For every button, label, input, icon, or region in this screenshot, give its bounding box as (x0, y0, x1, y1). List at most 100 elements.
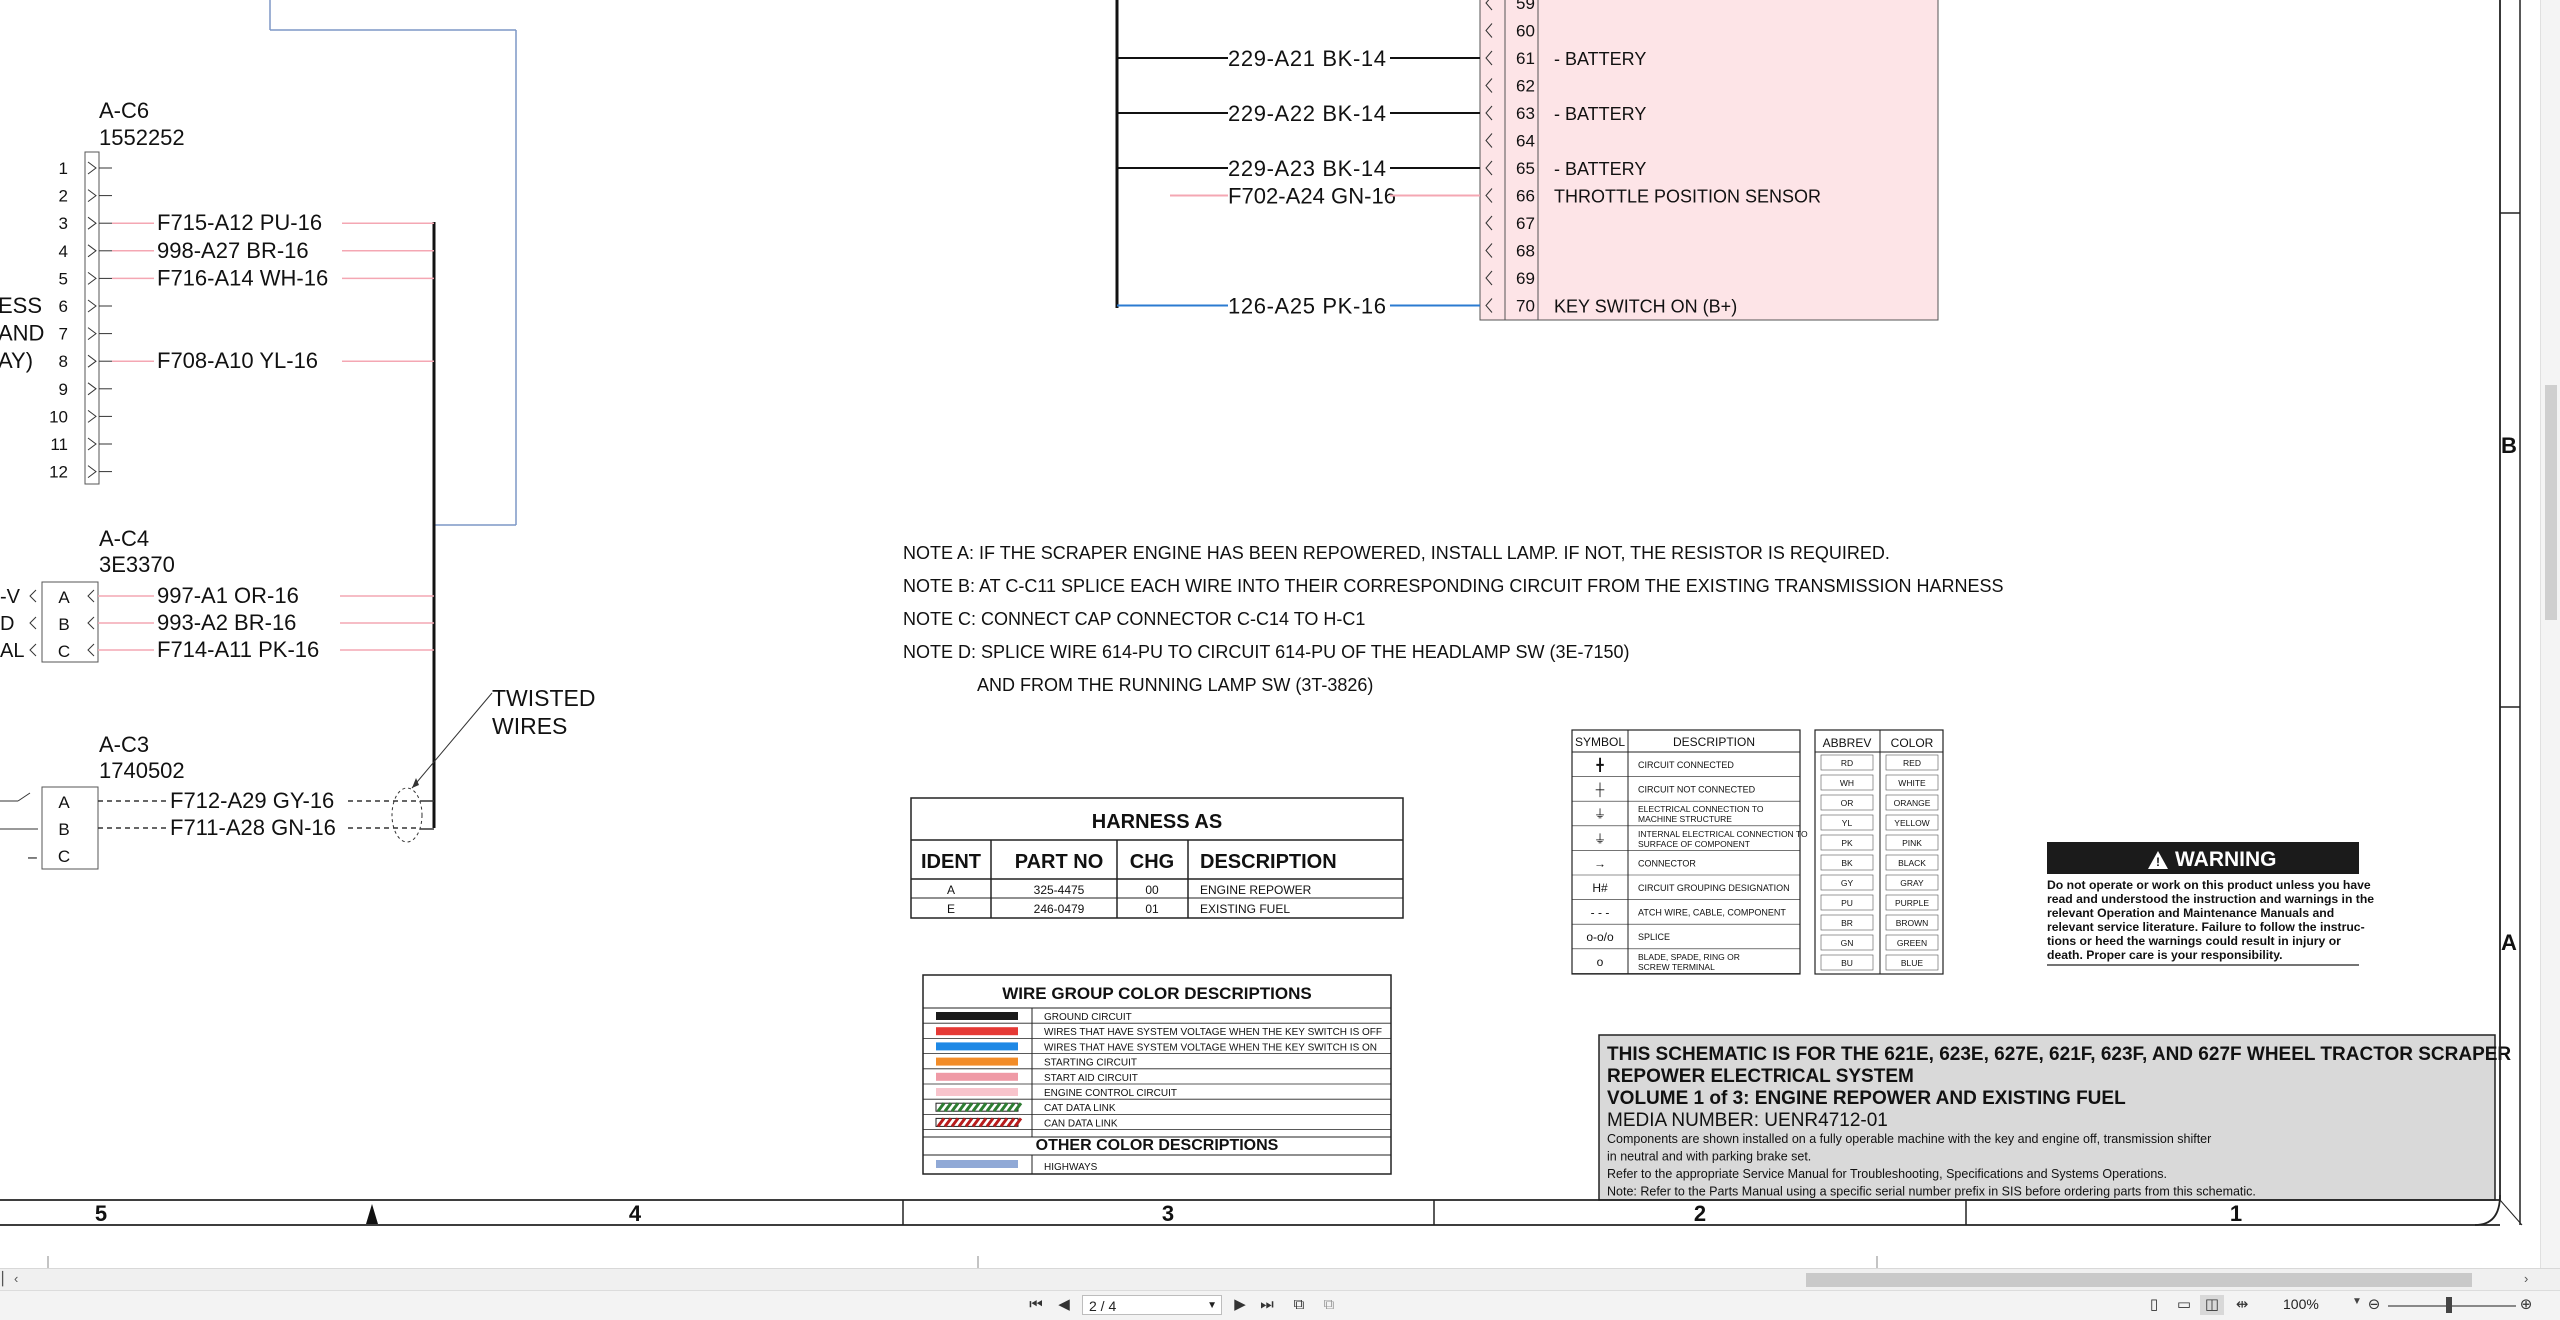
wire-label: F716-A14 WH-16 (157, 265, 328, 290)
wire-label: F712-A29 GY-16 (170, 788, 334, 813)
connector-c4-left-label: -V (0, 586, 21, 608)
twisted-label-line1: TWISTED (492, 685, 596, 711)
symbol-table-header: DESCRIPTION (1673, 735, 1755, 749)
two-page-view-icon[interactable]: ◫ (2200, 1295, 2224, 1315)
note-line: AND FROM THE RUNNING LAMP SW (3T-3826) (977, 675, 1373, 695)
harness-table-cell: 325-4475 (1034, 883, 1085, 897)
symbol-glyph: H# (1592, 881, 1608, 895)
zoom-dropdown-icon[interactable]: ▼ (2352, 1296, 2362, 1307)
zoom-slider-handle[interactable] (2446, 1297, 2452, 1313)
other-color-label: HIGHWAYS (1044, 1162, 1098, 1173)
color-table-header: COLOR (1891, 736, 1934, 750)
center-arrow-icon (366, 1204, 378, 1224)
wire-group-label: START AID CIRCUIT (1044, 1073, 1138, 1084)
connector-c6-name: A-C6 (99, 98, 149, 123)
single-page-view-icon[interactable]: ▯ (2144, 1295, 2164, 1315)
warning-text: read and understood the instruction and … (2047, 892, 2374, 906)
title-block-line1: THIS SCHEMATIC IS FOR THE 621E, 623E, 62… (1607, 1044, 2511, 1065)
symbol-desc: CIRCUIT GROUPING DESIGNATION (1638, 883, 1790, 893)
color-swatch (936, 1072, 1018, 1081)
connector-c6-pin-number: 7 (59, 325, 68, 344)
fit-width-icon[interactable]: ⇹ (2232, 1295, 2252, 1315)
connector-c4-pin: C (58, 642, 70, 661)
color-name-text: RED (1903, 758, 1921, 768)
title-block-note: Refer to the appropriate Service Manual … (1607, 1167, 2167, 1181)
abbrev-text: PK (1841, 838, 1853, 848)
connector-c6-pin-number: 1 (59, 159, 68, 178)
color-swatch (936, 1042, 1018, 1051)
note-line: NOTE C: CONNECT CAP CONNECTOR C-C14 TO H… (903, 609, 1365, 629)
symbol-glyph: ╋ (1596, 757, 1604, 772)
ecm-pin-number: 67 (1516, 214, 1535, 233)
harness-table-header: IDENT (921, 851, 981, 873)
ecm-pin-number: 68 (1516, 242, 1535, 261)
title-block-line4: MEDIA NUMBER: UENR4712-01 (1607, 1110, 1888, 1131)
abbrev-text: OR (1841, 798, 1854, 808)
harness-side-label: ESS (0, 293, 42, 318)
wire-label: 998-A27 BR-16 (157, 238, 309, 263)
harness-table-cell: ENGINE REPOWER (1200, 883, 1312, 897)
scroll-right-arrow-icon[interactable]: › (2524, 1271, 2528, 1286)
scroll-left-icon[interactable]: ▏ (2, 1271, 12, 1287)
connector-c3-name: A-C3 (99, 732, 149, 757)
title-block-note: in neutral and with parking brake set. (1607, 1150, 1811, 1164)
ecm-wire-label: 126-A25 PK-16 (1228, 294, 1386, 319)
warning-text: Do not operate or work on this product u… (2047, 878, 2371, 892)
harness-side-label: AND (0, 321, 44, 346)
previous-page-icon[interactable]: ◀ (1054, 1295, 1074, 1315)
horizontal-scrollbar[interactable]: ▏ ‹ › (0, 1268, 2560, 1291)
page-layout-icon[interactable]: ⧉ (1288, 1295, 1310, 1315)
last-page-icon[interactable]: ⏭ (1256, 1295, 1278, 1315)
chevron-down-icon: ▼ (1207, 1300, 1217, 1311)
next-page-icon[interactable]: ▶ (1230, 1295, 1250, 1315)
zone-column-label: 4 (629, 1201, 642, 1226)
color-swatch (936, 1057, 1018, 1066)
symbol-desc: CIRCUIT NOT CONNECTED (1638, 785, 1756, 795)
abbrev-text: PU (1841, 898, 1853, 908)
ecm-pin-number: 59 (1516, 0, 1535, 13)
abbrev-text: GN (1841, 938, 1854, 948)
connector-c6-pin-number: 5 (59, 269, 68, 288)
harness-table-cell: 01 (1145, 902, 1159, 916)
ecm-pin-desc: - BATTERY (1554, 49, 1646, 69)
symbol-glyph: ⏚ (1594, 807, 1606, 821)
ecm-pin-number: 70 (1516, 297, 1535, 316)
page-number-input[interactable]: 2 / 4 ▼ (1082, 1295, 1222, 1315)
symbol-desc: SCREW TERMINAL (1638, 962, 1715, 972)
wire-group-title: WIRE GROUP COLOR DESCRIPTIONS (1002, 984, 1312, 1003)
pin-socket (29, 616, 37, 630)
symbol-desc: ATCH WIRE, CABLE, COMPONENT (1638, 908, 1786, 918)
color-swatch (936, 1027, 1018, 1036)
continuous-view-icon[interactable]: ▭ (2174, 1295, 2194, 1315)
zoom-level[interactable]: 100% (2283, 1296, 2319, 1312)
vertical-scrollbar[interactable] (2540, 0, 2560, 1268)
harness-side-label: AY) (0, 348, 33, 373)
harness-table-cell: 00 (1145, 883, 1159, 897)
zoom-slider[interactable] (2388, 1305, 2516, 1307)
note-line: NOTE D: SPLICE WIRE 614-PU TO CIRCUIT 61… (903, 642, 1630, 662)
warning-text: tions or heed the warnings could result … (2047, 934, 2341, 948)
symbol-glyph: ⏚ (1594, 832, 1606, 846)
abbrev-text: BK (1841, 858, 1853, 868)
zoom-in-icon[interactable]: ⊕ (2516, 1295, 2536, 1315)
zone-column-label: 2 (1694, 1201, 1706, 1226)
wire-label: F715-A12 PU-16 (157, 210, 322, 235)
scroll-left-arrow-icon[interactable]: ‹ (14, 1271, 18, 1286)
zoom-out-icon[interactable]: ⊖ (2364, 1295, 2384, 1315)
ecm-pin-number: 61 (1516, 49, 1535, 68)
symbol-desc: SURFACE OF COMPONENT (1638, 839, 1750, 849)
connector-c6-pin-number: 4 (59, 242, 68, 261)
other-color-title: OTHER COLOR DESCRIPTIONS (1036, 1137, 1279, 1154)
ecm-pin-desc: - BATTERY (1554, 104, 1646, 124)
horizontal-scroll-thumb[interactable] (1806, 1273, 2472, 1287)
connector-c4-pin: B (58, 615, 69, 634)
vertical-scroll-thumb[interactable] (2545, 385, 2557, 620)
first-page-icon[interactable]: ⏮ (1026, 1295, 1046, 1315)
page-layout-alt-icon[interactable]: ⧉ (1318, 1295, 1340, 1315)
warning-text: relevant Operation and Maintenance Manua… (2047, 906, 2334, 920)
color-table-header: ABBREV (1823, 736, 1872, 750)
symbol-desc: SPLICE (1638, 932, 1670, 942)
zone-column-label: 1 (2230, 1201, 2242, 1226)
pin-dash: – (28, 849, 37, 866)
zone-column-label: 5 (95, 1201, 107, 1226)
